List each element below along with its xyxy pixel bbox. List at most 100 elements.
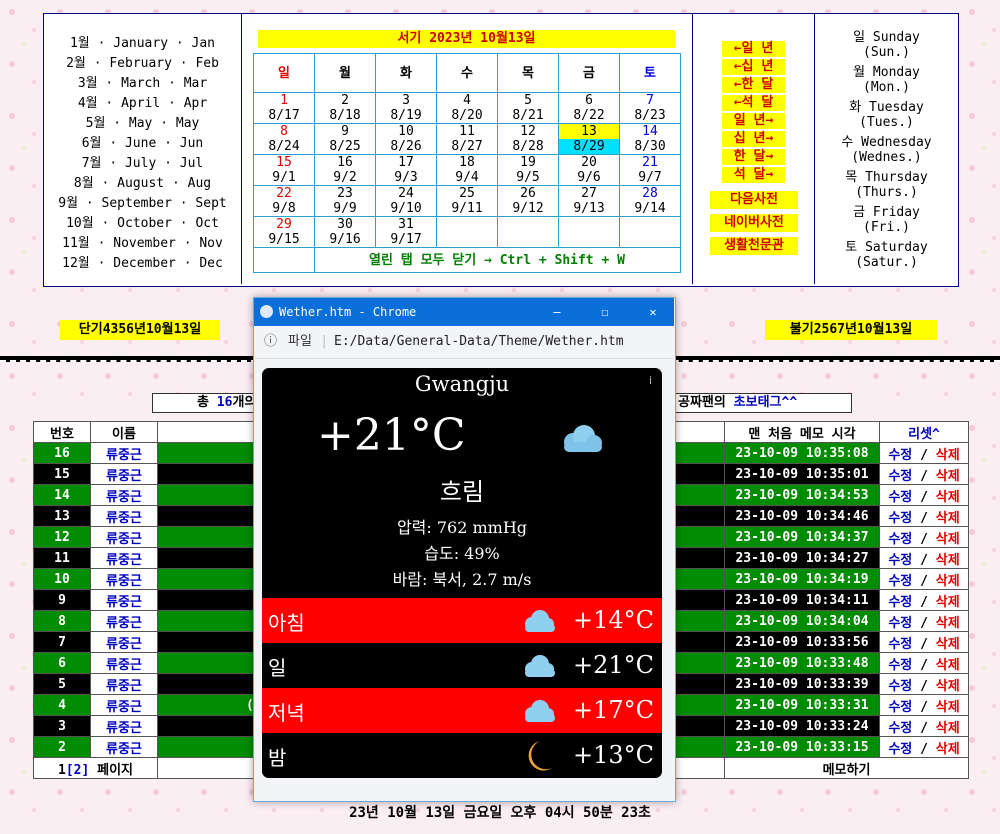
- month-item[interactable]: 4월 · April · Apr: [44, 92, 241, 111]
- memo-author[interactable]: 류중근: [90, 463, 158, 485]
- month-item[interactable]: 6월 · June · Jun: [44, 132, 241, 151]
- month-item[interactable]: 3월 · March · Mar: [44, 72, 241, 91]
- month-item[interactable]: 5월 · May · May: [44, 112, 241, 131]
- nav-prev-quarter[interactable]: ←석 달: [722, 95, 785, 111]
- delete-link[interactable]: 삭제: [936, 448, 960, 463]
- memo-author[interactable]: 류중근: [90, 547, 158, 569]
- memo-author[interactable]: 류중근: [90, 736, 158, 758]
- delete-link[interactable]: 삭제: [936, 469, 960, 484]
- calendar-day-cell[interactable]: 26 9/12: [497, 185, 559, 217]
- edit-link[interactable]: 수정: [888, 658, 912, 673]
- nav-prev-month[interactable]: ←한 달: [722, 77, 785, 93]
- edit-link[interactable]: 수정: [888, 490, 912, 505]
- calendar-day-cell[interactable]: 19 9/5: [497, 154, 559, 186]
- month-item[interactable]: 1월 · January · Jan: [44, 32, 241, 51]
- edit-link[interactable]: 수정: [888, 553, 912, 568]
- write-memo-button[interactable]: 메모하기: [724, 757, 969, 779]
- delete-link[interactable]: 삭제: [936, 490, 960, 505]
- edit-link[interactable]: 수정: [888, 616, 912, 631]
- page-link[interactable]: 1: [58, 763, 66, 778]
- info-icon[interactable]: i: [649, 374, 652, 387]
- month-item[interactable]: 8월 · August · Aug: [44, 172, 241, 191]
- memo-author[interactable]: 류중근: [90, 631, 158, 653]
- page-current[interactable]: [2]: [66, 763, 89, 778]
- nav-next-month[interactable]: 한 달→: [722, 149, 785, 165]
- calendar-day-cell[interactable]: 10 8/26: [375, 123, 437, 155]
- calendar-day-cell[interactable]: 7 8/23: [619, 92, 681, 124]
- calendar-day-cell[interactable]: 8 8/24: [253, 123, 315, 155]
- calendar-day-cell[interactable]: 21 9/7: [619, 154, 681, 186]
- calendar-day-cell[interactable]: 2 8/18: [314, 92, 376, 124]
- info-icon[interactable]: ⓘ: [264, 326, 277, 358]
- calendar-day-cell[interactable]: 13 8/29: [558, 123, 620, 155]
- calendar-day-cell[interactable]: 23 9/9: [314, 185, 376, 217]
- calendar-day-cell[interactable]: 22 9/8: [253, 185, 315, 217]
- edit-link[interactable]: 수정: [888, 574, 912, 589]
- nav-next-quarter[interactable]: 석 달→: [722, 167, 785, 183]
- calendar-day-cell[interactable]: 6 8/22: [558, 92, 620, 124]
- month-item[interactable]: 9월 · September · Sept: [44, 192, 241, 211]
- delete-link[interactable]: 삭제: [936, 700, 960, 715]
- nav-prev-year[interactable]: ←일 년: [722, 41, 785, 57]
- nav-prev-decade[interactable]: ←십 년: [722, 59, 785, 75]
- delete-link[interactable]: 삭제: [936, 616, 960, 631]
- month-item[interactable]: 10월 · October · Oct: [44, 212, 241, 231]
- calendar-day-cell[interactable]: 29 9/15: [253, 216, 315, 248]
- month-item[interactable]: 2월 · February · Feb: [44, 52, 241, 71]
- naver-dictionary-button[interactable]: 네이버사전: [710, 214, 798, 232]
- edit-link[interactable]: 수정: [888, 700, 912, 715]
- daum-dictionary-button[interactable]: 다음사전: [710, 191, 798, 209]
- delete-link[interactable]: 삭제: [936, 574, 960, 589]
- calendar-day-cell[interactable]: 25 9/11: [436, 185, 498, 217]
- calendar-day-cell[interactable]: 11 8/27: [436, 123, 498, 155]
- memo-author[interactable]: 류중근: [90, 526, 158, 548]
- calendar-day-cell[interactable]: 15 9/1: [253, 154, 315, 186]
- delete-link[interactable]: 삭제: [936, 721, 960, 736]
- memo-author[interactable]: 류중근: [90, 652, 158, 674]
- memo-author[interactable]: 류중근: [90, 484, 158, 506]
- edit-link[interactable]: 수정: [888, 679, 912, 694]
- delete-link[interactable]: 삭제: [936, 532, 960, 547]
- calendar-day-cell[interactable]: 31 9/17: [375, 216, 437, 248]
- calendar-day-cell[interactable]: 5 8/21: [497, 92, 559, 124]
- edit-link[interactable]: 수정: [888, 595, 912, 610]
- month-item[interactable]: 11월 · November · Nov: [44, 232, 241, 251]
- calendar-day-cell[interactable]: 17 9/3: [375, 154, 437, 186]
- address-bar[interactable]: ⓘ 파일 | E:/Data/General-Data/Theme/Wether…: [254, 326, 674, 359]
- minimize-button[interactable]: —: [546, 298, 568, 326]
- delete-link[interactable]: 삭제: [936, 637, 960, 652]
- delete-link[interactable]: 삭제: [936, 553, 960, 568]
- memo-author[interactable]: 류중근: [90, 568, 158, 590]
- memo-author[interactable]: 류중근: [90, 505, 158, 527]
- astronomy-button[interactable]: 생활천문관: [710, 237, 798, 255]
- edit-link[interactable]: 수정: [888, 532, 912, 547]
- close-button[interactable]: ✕: [642, 298, 664, 326]
- memo-author[interactable]: 류중근: [90, 673, 158, 695]
- calendar-day-cell[interactable]: 24 9/10: [375, 185, 437, 217]
- month-item[interactable]: 7월 · July · Jul: [44, 152, 241, 171]
- delete-link[interactable]: 삭제: [936, 658, 960, 673]
- calendar-day-cell[interactable]: 30 9/16: [314, 216, 376, 248]
- calendar-day-cell[interactable]: 9 8/25: [314, 123, 376, 155]
- calendar-day-cell[interactable]: 1 8/17: [253, 92, 315, 124]
- calendar-day-cell[interactable]: 28 9/14: [619, 185, 681, 217]
- calendar-day-cell[interactable]: 16 9/2: [314, 154, 376, 186]
- edit-link[interactable]: 수정: [888, 469, 912, 484]
- delete-link[interactable]: 삭제: [936, 679, 960, 694]
- edit-link[interactable]: 수정: [888, 721, 912, 736]
- beginner-tag-link[interactable]: 초보태그^^: [734, 395, 798, 410]
- edit-link[interactable]: 수정: [888, 637, 912, 652]
- memo-author[interactable]: 류중근: [90, 610, 158, 632]
- address-url[interactable]: E:/Data/General-Data/Theme/Wether.htm: [334, 326, 624, 358]
- calendar-day-cell[interactable]: 3 8/19: [375, 92, 437, 124]
- nav-next-decade[interactable]: 십 년→: [722, 131, 785, 147]
- memo-author[interactable]: 류중근: [90, 715, 158, 737]
- calendar-day-cell[interactable]: 4 8/20: [436, 92, 498, 124]
- delete-link[interactable]: 삭제: [936, 742, 960, 757]
- month-item[interactable]: 12월 · December · Dec: [44, 252, 241, 271]
- edit-link[interactable]: 수정: [888, 511, 912, 526]
- edit-link[interactable]: 수정: [888, 742, 912, 757]
- maximize-button[interactable]: ☐: [594, 298, 616, 326]
- nav-next-year[interactable]: 일 년→: [722, 113, 785, 129]
- delete-link[interactable]: 삭제: [936, 511, 960, 526]
